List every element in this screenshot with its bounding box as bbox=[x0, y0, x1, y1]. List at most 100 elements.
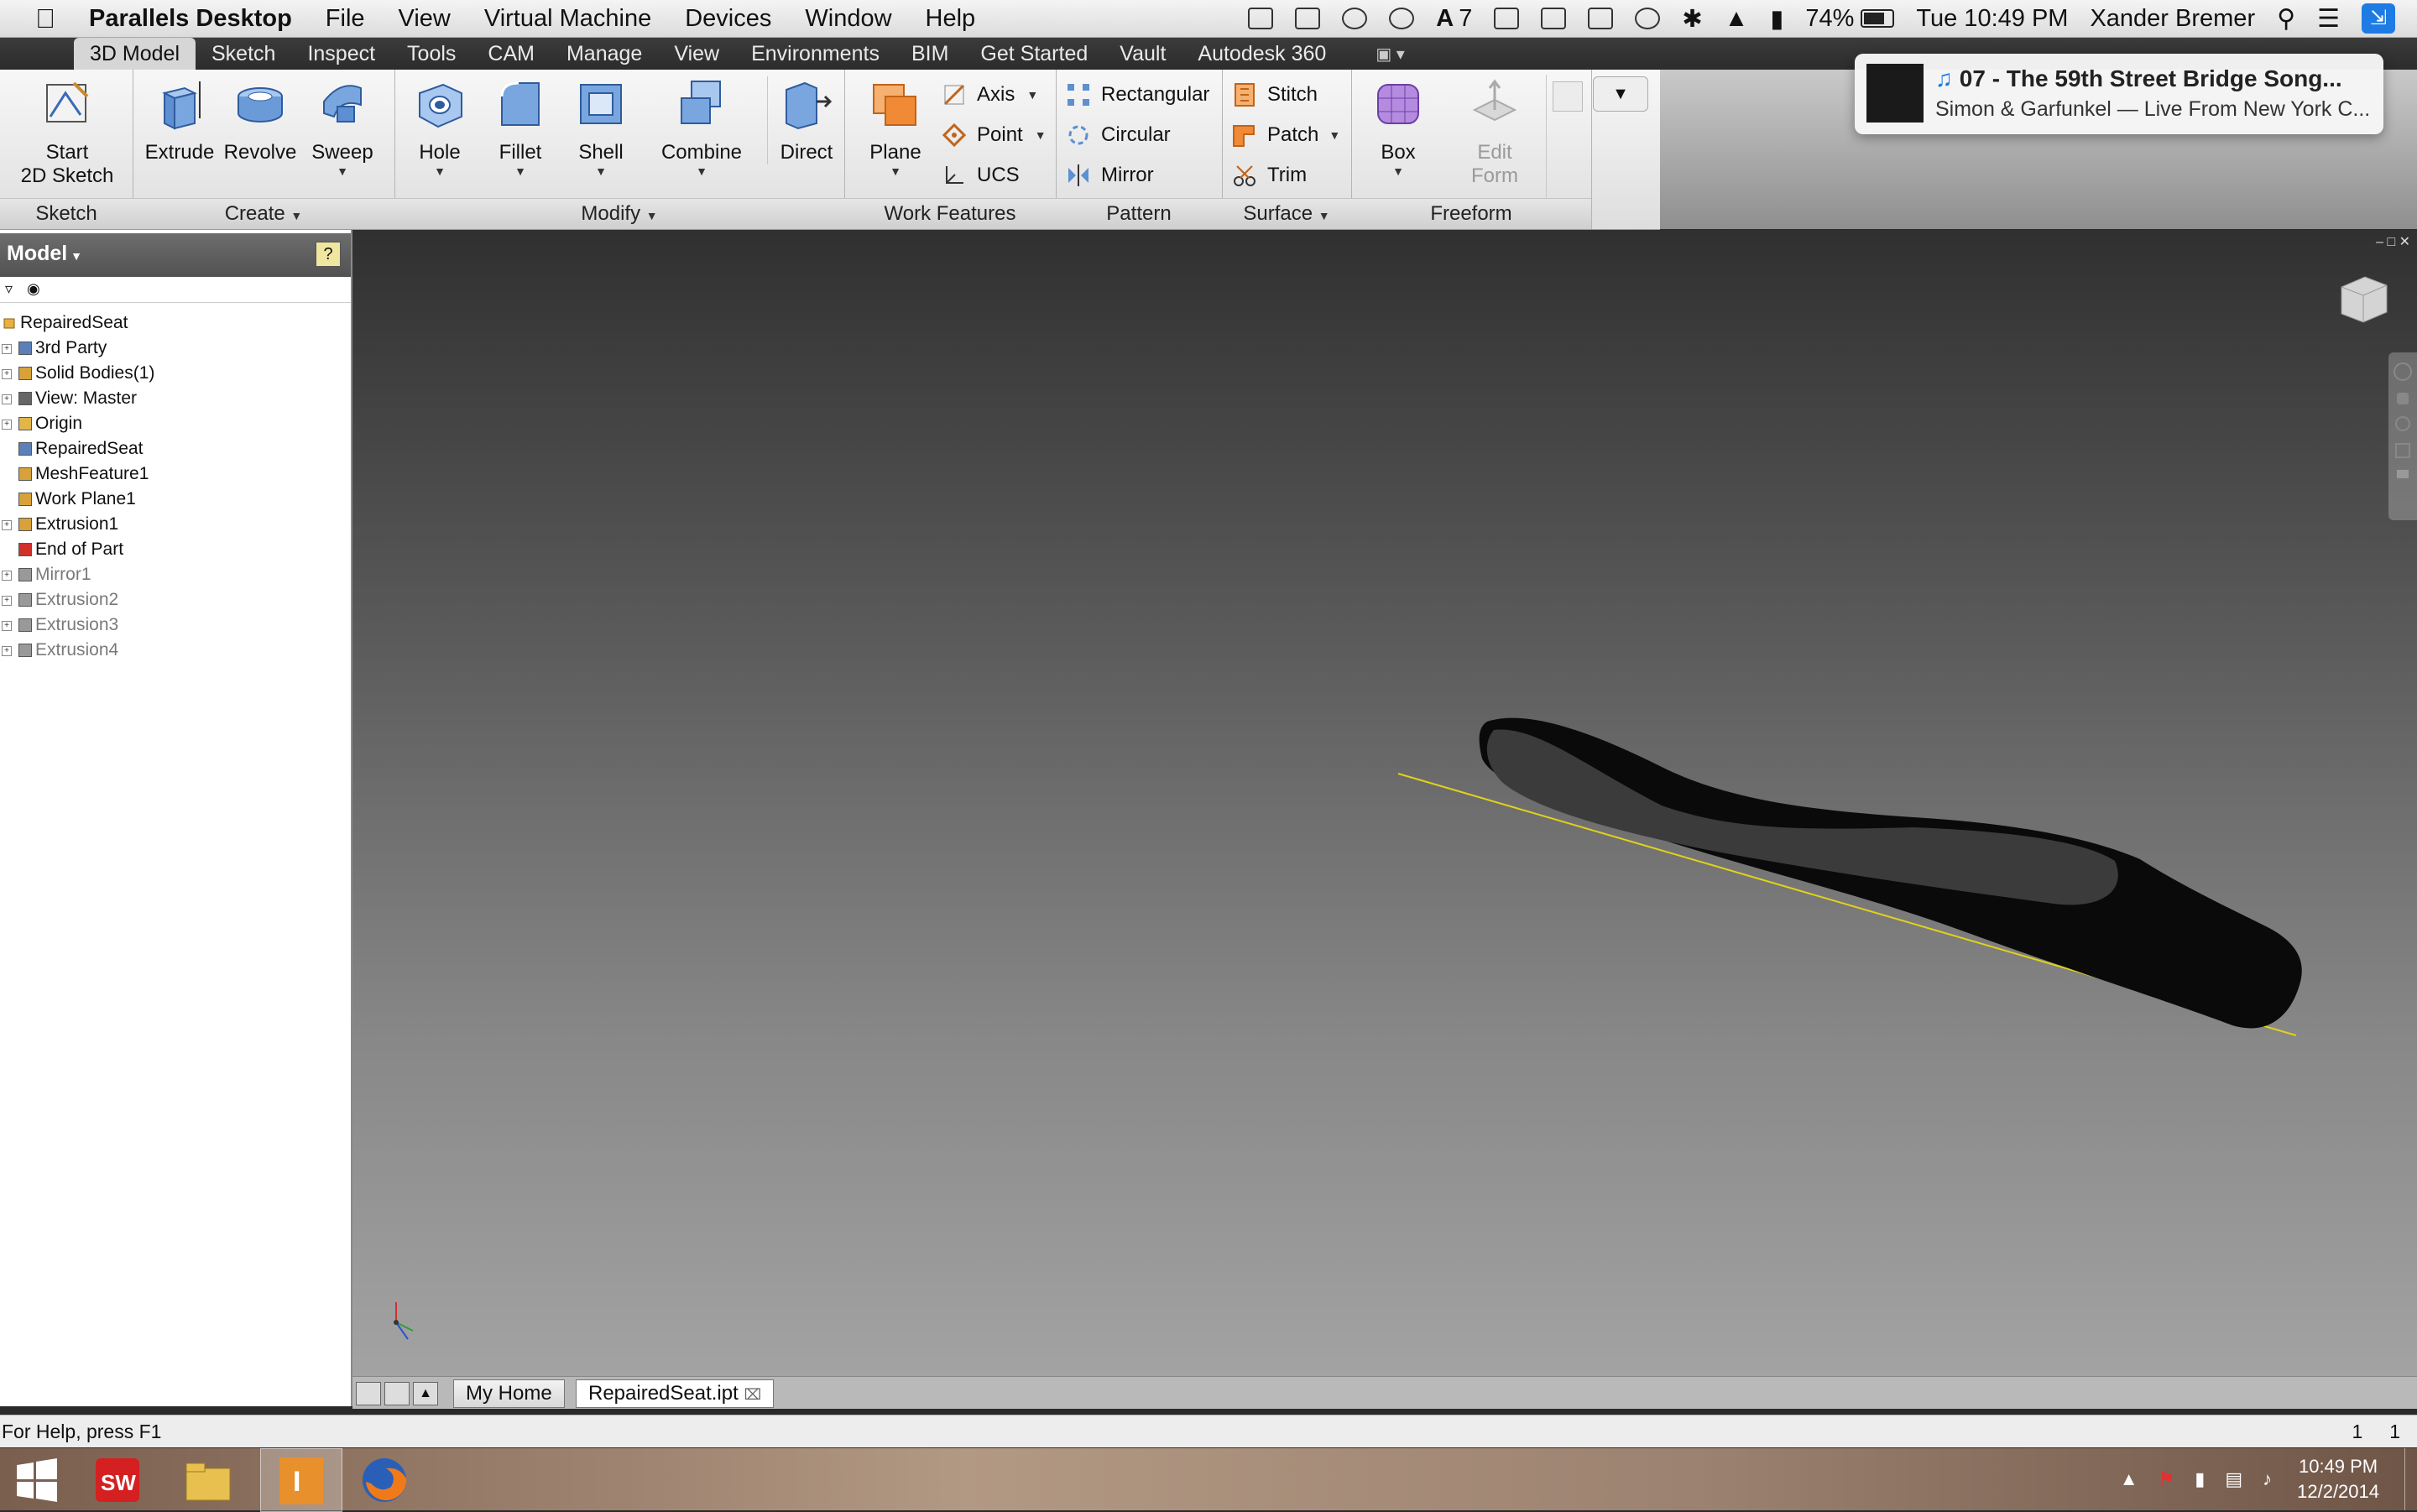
expand-icon[interactable]: + bbox=[2, 571, 12, 581]
combine-dropdown-icon[interactable]: ▼ bbox=[643, 164, 760, 178]
airplay-icon[interactable] bbox=[1541, 8, 1567, 29]
tree-root[interactable]: RepairedSeat bbox=[0, 310, 351, 336]
tree-node[interactable]: Work Plane1 bbox=[0, 487, 351, 512]
tree-node[interactable]: + Extrusion3 bbox=[0, 613, 351, 638]
menu-file[interactable]: File bbox=[326, 5, 365, 33]
bluetooth-icon[interactable]: ✱ bbox=[1682, 4, 1702, 34]
taskbar-clock[interactable]: 10:49 PM 12/2/2014 bbox=[2297, 1454, 2379, 1504]
tab-autodesk-360[interactable]: Autodesk 360 bbox=[1182, 38, 1342, 70]
tree-node[interactable]: +3rd Party bbox=[0, 336, 351, 361]
zoom-icon[interactable] bbox=[2395, 416, 2410, 431]
ribbon-options-icon[interactable]: ▣ ▾ bbox=[1376, 44, 1405, 65]
axis-dropdown-icon[interactable]: ▼ bbox=[1026, 78, 1038, 112]
tab-environments[interactable]: Environments bbox=[735, 38, 895, 70]
stitch-button[interactable]: Stitch bbox=[1232, 78, 1318, 112]
axis-button[interactable]: Axis ▼ bbox=[942, 78, 1038, 112]
mirror-button[interactable]: Mirror bbox=[1066, 159, 1154, 192]
circular-pattern-button[interactable]: Circular bbox=[1066, 118, 1171, 152]
viewcube-icon[interactable] bbox=[2333, 270, 2392, 329]
solidworks-icon[interactable]: SW bbox=[91, 1453, 144, 1507]
tree-node[interactable]: + Extrusion2 bbox=[0, 587, 351, 613]
tab-bim[interactable]: BIM bbox=[895, 38, 964, 70]
plane-dropdown-icon[interactable]: ▼ bbox=[849, 164, 942, 178]
expand-icon[interactable]: + bbox=[2, 596, 12, 606]
skype-icon[interactable] bbox=[1389, 8, 1415, 29]
tab-repairedseat[interactable]: RepairedSeat.ipt ⌧ bbox=[576, 1379, 775, 1408]
close-tab-icon[interactable]: ⌧ bbox=[744, 1386, 761, 1403]
edit-form-button[interactable]: Edit Form bbox=[1449, 76, 1541, 188]
direct-button[interactable]: Direct bbox=[767, 76, 845, 164]
ucs-button[interactable]: UCS bbox=[942, 159, 1020, 192]
house-icon[interactable] bbox=[1494, 8, 1520, 29]
expand-icon[interactable]: + bbox=[2, 394, 12, 404]
tree-node[interactable]: + Mirror1 bbox=[0, 562, 351, 587]
inventor-taskbar-slot[interactable]: I bbox=[260, 1448, 342, 1512]
menu-virtual-machine[interactable]: Virtual Machine bbox=[484, 5, 651, 33]
power-icon[interactable]: ▮ bbox=[2195, 1468, 2205, 1490]
plane-button[interactable]: Plane ▼ bbox=[849, 76, 942, 178]
action-center-flag-icon[interactable]: ⚑ bbox=[2158, 1468, 2174, 1490]
menubar-user[interactable]: Xander Bremer bbox=[2090, 5, 2255, 33]
disk-icon[interactable] bbox=[1342, 8, 1368, 29]
panel-title-surface[interactable]: Surface ▼ bbox=[1222, 198, 1351, 229]
panel-title-freeform[interactable]: Freeform bbox=[1351, 198, 1591, 229]
graphics-viewport[interactable]: – □ ✕ bbox=[352, 230, 2417, 1376]
expand-icon[interactable]: + bbox=[2, 520, 12, 530]
filter-icon[interactable]: ▿ bbox=[5, 280, 13, 298]
parallels-vm-icon[interactable] bbox=[1295, 8, 1321, 29]
expand-icon[interactable]: + bbox=[2, 621, 12, 631]
panel-title-pattern[interactable]: Pattern bbox=[1056, 198, 1222, 229]
tree-node[interactable]: + Extrusion4 bbox=[0, 638, 351, 663]
sweep-dropdown-icon[interactable]: ▼ bbox=[300, 164, 384, 178]
firefox-icon[interactable] bbox=[358, 1453, 411, 1507]
volume-icon[interactable]: ▮ bbox=[1770, 4, 1783, 34]
expand-icon[interactable]: + bbox=[2, 420, 12, 430]
point-button[interactable]: Point ▼ bbox=[942, 118, 1047, 152]
menu-window[interactable]: Window bbox=[805, 5, 891, 33]
memory-icon[interactable] bbox=[1588, 8, 1614, 29]
wifi-icon[interactable]: ▲ bbox=[1725, 5, 1749, 33]
help-icon[interactable]: ? bbox=[316, 242, 341, 267]
tree-node[interactable]: + Extrusion1 bbox=[0, 512, 351, 537]
tab-my-home[interactable]: My Home bbox=[453, 1379, 565, 1408]
shell-dropdown-icon[interactable]: ▼ bbox=[562, 164, 639, 178]
revolve-button[interactable]: Revolve bbox=[218, 76, 302, 164]
menu-app-name[interactable]: Parallels Desktop bbox=[89, 5, 292, 33]
expand-icon[interactable]: + bbox=[2, 646, 12, 656]
steering-wheel-icon[interactable] bbox=[2394, 362, 2412, 381]
ribbon-customize-dropdown[interactable]: ▼ bbox=[1593, 76, 1648, 112]
expand-icon[interactable]: + bbox=[2, 344, 12, 354]
speaker-icon[interactable]: ♪ bbox=[2263, 1468, 2272, 1490]
tree-node[interactable]: + Solid Bodies(1) bbox=[0, 361, 351, 386]
menu-view[interactable]: View bbox=[399, 5, 451, 33]
show-hidden-icons[interactable]: ▲ bbox=[2120, 1468, 2138, 1490]
look-at-icon[interactable] bbox=[2397, 470, 2409, 478]
panel-title-modify[interactable]: Modify ▼ bbox=[394, 198, 844, 229]
music-notification[interactable]: ♫ 07 - The 59th Street Bridge Song... Si… bbox=[1855, 54, 2383, 134]
find-icon[interactable]: ◉ bbox=[27, 280, 40, 298]
tile-windows-icon[interactable] bbox=[384, 1382, 410, 1405]
patch-button[interactable]: Patch ▼ bbox=[1232, 118, 1340, 152]
navigation-bar[interactable] bbox=[2388, 352, 2417, 520]
box-button[interactable]: Box ▼ bbox=[1356, 76, 1440, 178]
tab-cam[interactable]: CAM bbox=[472, 38, 551, 70]
pan-icon[interactable] bbox=[2397, 393, 2409, 404]
open-documents-icon[interactable]: ▲ bbox=[413, 1382, 438, 1405]
menu-help[interactable]: Help bbox=[926, 5, 976, 33]
notification-center-icon[interactable]: ☰ bbox=[2317, 4, 2340, 34]
network-icon[interactable]: ▤ bbox=[2225, 1468, 2242, 1490]
spotlight-icon[interactable]: ⚲ bbox=[2277, 4, 2295, 34]
cascade-windows-icon[interactable] bbox=[356, 1382, 381, 1405]
expand-icon[interactable]: + bbox=[2, 369, 12, 379]
start-2d-sketch-button[interactable]: Start 2D Sketch bbox=[8, 76, 126, 188]
tab-inspect[interactable]: Inspect bbox=[291, 38, 391, 70]
menubar-datetime[interactable]: Tue 10:49 PM bbox=[1916, 5, 2068, 33]
tree-node[interactable]: + View: Master bbox=[0, 386, 351, 411]
tab-tools[interactable]: Tools bbox=[391, 38, 472, 70]
panel-title-create[interactable]: Create ▼ bbox=[133, 198, 394, 229]
patch-dropdown-icon[interactable]: ▼ bbox=[1329, 118, 1340, 152]
orbit-icon[interactable] bbox=[2395, 443, 2410, 458]
battery-icon[interactable] bbox=[1861, 9, 1895, 28]
extrude-button[interactable]: Extrude bbox=[139, 76, 220, 164]
tree-node[interactable]: MeshFeature1 bbox=[0, 461, 351, 487]
